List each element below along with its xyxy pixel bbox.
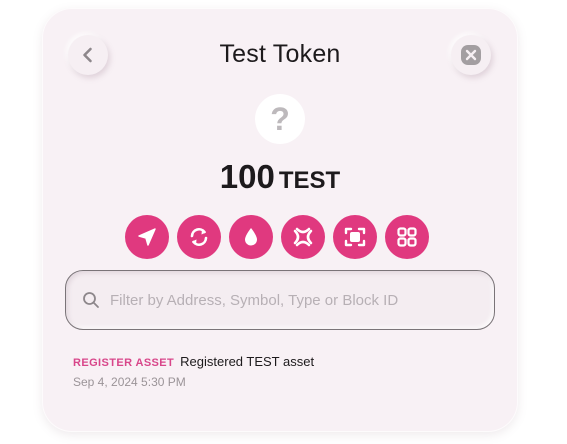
activity-timestamp: Sep 4, 2024 5:30 PM: [73, 375, 186, 389]
scan-button[interactable]: [333, 215, 377, 259]
send-button[interactable]: [125, 215, 169, 259]
token-balance: 100 TEST: [42, 158, 518, 196]
swap-button[interactable]: [177, 215, 221, 259]
activity-list: REGISTER ASSET Registered TEST asset Sep…: [73, 354, 314, 389]
bridge-x-icon: [293, 227, 313, 247]
page-title: Test Token: [219, 40, 341, 68]
action-bar: [125, 215, 429, 259]
faucet-button[interactable]: [229, 215, 273, 259]
close-button[interactable]: [451, 35, 491, 75]
token-icon: ?: [255, 94, 305, 144]
activity-description: Registered TEST asset: [180, 354, 315, 369]
bridge-button[interactable]: [281, 215, 325, 259]
search-field[interactable]: [65, 270, 495, 330]
token-card: Test Token ? 100 TEST Filter by Address,…: [42, 8, 518, 432]
scan-frame-icon: [344, 227, 366, 247]
grid-apps-icon: [397, 227, 417, 247]
droplet-icon: [245, 228, 257, 246]
balance-amount: 100: [219, 158, 275, 195]
balance-symbol: TEST: [278, 167, 341, 194]
search-input[interactable]: [110, 291, 480, 309]
apps-button[interactable]: [385, 215, 429, 259]
swap-refresh-icon: [190, 228, 208, 246]
send-arrow-icon: [138, 228, 156, 246]
unknown-token-glyph: ?: [270, 100, 290, 137]
activity-type-label: REGISTER ASSET: [73, 357, 175, 369]
search-icon: [83, 292, 99, 308]
close-x-icon: [461, 45, 481, 65]
activity-item[interactable]: REGISTER ASSET Registered TEST asset Sep…: [73, 354, 314, 389]
